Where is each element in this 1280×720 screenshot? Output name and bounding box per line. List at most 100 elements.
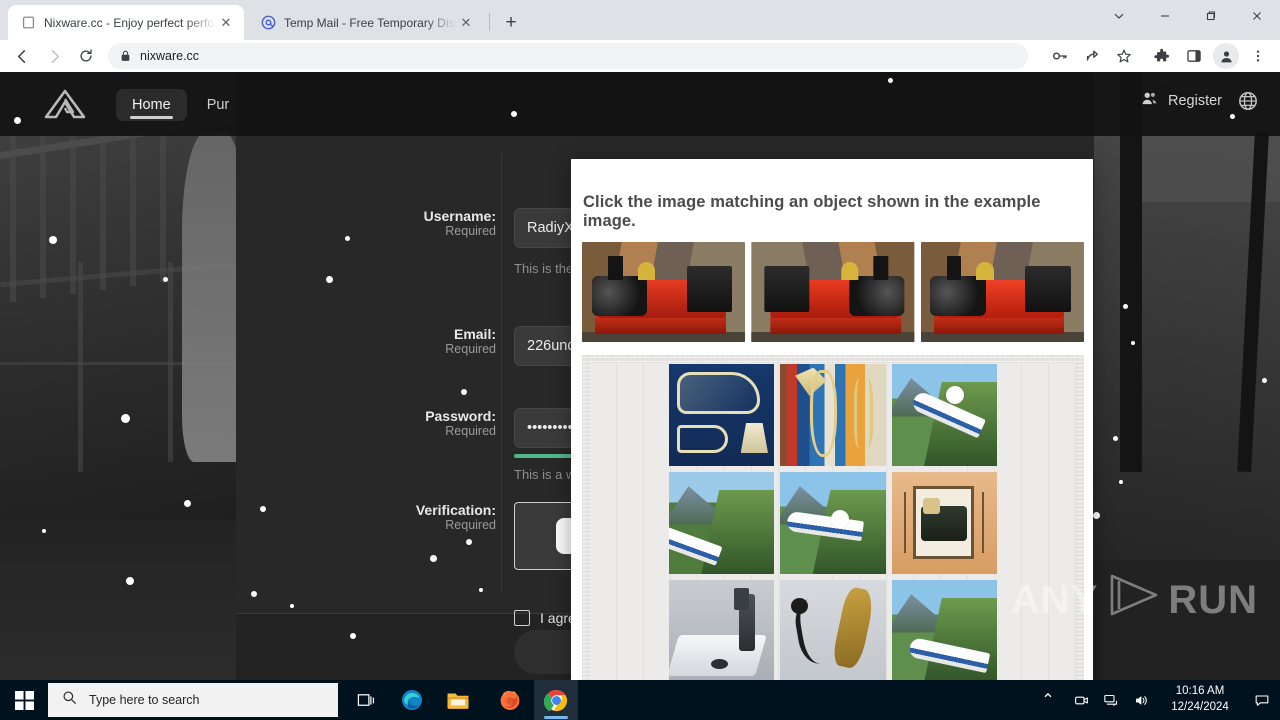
username-label: Username:	[423, 208, 496, 224]
particle-dot	[350, 633, 356, 639]
captcha-cell-brass-instruments-color-stripes[interactable]	[780, 363, 886, 466]
search-placeholder: Type here to search	[89, 693, 200, 707]
captcha-cell-bullet-train-mountain-2[interactable]	[669, 471, 775, 574]
captcha-cell-bullet-train-mountain-1[interactable]	[891, 363, 997, 466]
side-panel-icon[interactable]	[1181, 43, 1207, 69]
terms-agree-row[interactable]: I agre	[514, 610, 576, 626]
clock[interactable]: 10:16 AM 12/24/2024	[1156, 680, 1244, 720]
users-icon	[1141, 90, 1158, 112]
selection-marker	[830, 510, 849, 529]
edge-icon[interactable]	[390, 680, 434, 720]
back-button[interactable]	[8, 42, 36, 70]
tab-separator	[489, 13, 490, 31]
background-photo-right	[1094, 72, 1280, 680]
verification-label: Verification:	[415, 502, 496, 518]
key-icon[interactable]	[1047, 43, 1073, 69]
register-link[interactable]: Register	[1141, 90, 1222, 112]
captcha-dialog: Click the image matching an object shown…	[571, 159, 1093, 680]
captcha-cell-brass-instruments-blue-poster[interactable]	[669, 363, 775, 466]
captcha-example-3	[920, 242, 1084, 342]
password-required: Required	[445, 424, 496, 438]
chrome-icon[interactable]	[534, 680, 578, 720]
password-label: Password:	[425, 408, 496, 424]
nav-item-purchase[interactable]: Pur	[191, 89, 246, 121]
particle-dot	[1262, 378, 1267, 383]
particle-dot	[184, 500, 191, 507]
share-icon[interactable]	[1079, 43, 1105, 69]
nav-item-home[interactable]: Home	[116, 89, 187, 121]
email-label: Email:	[453, 326, 496, 342]
at-sign-icon	[260, 15, 276, 31]
particle-dot	[42, 529, 46, 533]
file-explorer-icon[interactable]	[436, 680, 480, 720]
email-required: Required	[445, 342, 496, 356]
globe-icon[interactable]	[1238, 91, 1258, 116]
particle-dot	[511, 111, 517, 117]
reload-button[interactable]	[72, 42, 100, 70]
particle-dot	[126, 577, 134, 585]
volume-icon[interactable]	[1126, 680, 1156, 720]
window-minimize-button[interactable]	[1142, 0, 1188, 32]
browser-tab-tempmail[interactable]: Temp Mail - Free Temporary Disp ✕	[248, 5, 484, 40]
particle-dot	[251, 591, 257, 597]
particle-dot	[345, 236, 350, 241]
nixware-logo-icon[interactable]	[44, 89, 86, 119]
particle-dot	[479, 588, 483, 592]
address-bar-text: nixware.cc	[140, 49, 200, 63]
close-icon[interactable]: ✕	[456, 13, 476, 33]
tray-chevron-icon[interactable]: ⌃	[1030, 680, 1066, 720]
terms-checkbox[interactable]	[514, 610, 530, 626]
particle-dot	[466, 539, 472, 545]
new-tab-button[interactable]: +	[498, 10, 524, 36]
page-icon	[20, 15, 36, 31]
particle-dot	[14, 117, 21, 124]
captcha-cell-saxophone[interactable]	[780, 579, 886, 680]
lock-icon	[120, 50, 131, 62]
star-icon[interactable]	[1111, 43, 1137, 69]
search-input[interactable]: Type here to search	[48, 683, 338, 717]
window-chevron-icon[interactable]	[1096, 0, 1142, 32]
camera-icon[interactable]	[1066, 680, 1096, 720]
captcha-cell-bullet-train-mountain-3[interactable]	[780, 471, 886, 574]
silhouette	[182, 132, 236, 462]
captcha-cell-microscope[interactable]	[669, 579, 775, 680]
menu-icon[interactable]	[1245, 43, 1271, 69]
firefox-icon[interactable]	[488, 680, 532, 720]
screen: Nixware.cc - Enjoy perfect perfo ✕ Temp …	[0, 0, 1280, 720]
browser-tab-strip: Nixware.cc - Enjoy perfect perfo ✕ Temp …	[0, 0, 1280, 40]
close-icon[interactable]: ✕	[216, 13, 236, 33]
network-icon[interactable]	[1096, 680, 1126, 720]
windows-icon[interactable]	[0, 680, 48, 720]
particle-dot	[121, 414, 130, 423]
clock-time: 10:16 AM	[1175, 685, 1225, 698]
task-view-icon[interactable]	[344, 680, 388, 720]
extensions-icon[interactable]	[1149, 43, 1175, 69]
browser-toolbar: nixware.cc	[0, 40, 1280, 72]
captcha-cell-framed-brass-instrument[interactable]	[891, 471, 997, 574]
nav-item-label: Pur	[206, 97, 230, 113]
form-divider	[501, 154, 502, 594]
captcha-grid	[669, 363, 997, 680]
background-photo-left	[0, 72, 236, 680]
captcha-cell-bullet-train-mountain-4[interactable]	[891, 579, 997, 680]
particle-dot	[461, 389, 467, 395]
browser-tab-title: Nixware.cc - Enjoy perfect perfo	[44, 15, 215, 30]
clock-date: 12/24/2024	[1171, 701, 1229, 713]
particle-dot	[1131, 341, 1135, 345]
site-navbar: Home Pur Register	[0, 72, 1280, 136]
search-icon	[62, 690, 77, 710]
particle-dot	[49, 236, 57, 244]
particle-dot	[326, 276, 333, 283]
window-maximize-button[interactable]	[1188, 0, 1234, 32]
captcha-example-images	[582, 242, 1084, 342]
forward-button[interactable]	[40, 42, 68, 70]
username-required: Required	[445, 224, 496, 238]
captcha-example-1	[582, 242, 746, 342]
profile-icon[interactable]	[1213, 43, 1239, 69]
particle-dot	[888, 78, 893, 83]
particle-dot	[1093, 512, 1100, 519]
window-close-button[interactable]	[1234, 0, 1280, 32]
address-bar[interactable]: nixware.cc	[108, 43, 1028, 69]
notification-icon[interactable]	[1244, 680, 1280, 720]
browser-tab-nixware[interactable]: Nixware.cc - Enjoy perfect perfo ✕	[8, 5, 244, 40]
